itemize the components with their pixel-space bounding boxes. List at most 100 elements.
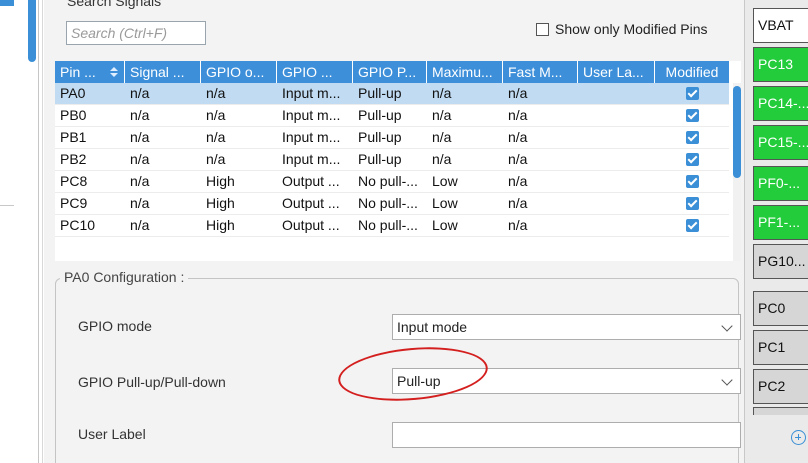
cell-gpio-pull: No pull-...: [358, 217, 418, 233]
cell-fast-mode: n/a: [508, 173, 528, 189]
zoom-in-icon[interactable]: [791, 430, 806, 445]
cell-fast-mode: n/a: [508, 217, 528, 233]
pin-pc1[interactable]: PC1: [753, 330, 808, 365]
user-label-input[interactable]: [392, 422, 741, 448]
cell-modified[interactable]: [655, 105, 729, 126]
pin-pf0[interactable]: PF0-...: [753, 166, 808, 201]
table-row[interactable]: PB2 n/a n/a Input m... Pull-up n/a n/a: [55, 149, 729, 171]
cell-gpio-pull: No pull-...: [358, 173, 418, 189]
cell-fast-mode: n/a: [508, 107, 528, 123]
table-row[interactable]: PA0 n/a n/a Input m... Pull-up n/a n/a: [55, 83, 729, 105]
search-signals-caption: Search Signals: [67, 0, 162, 9]
chevron-down-icon: [721, 374, 733, 386]
pin-pg10[interactable]: PG10...: [753, 244, 808, 279]
show-only-modified-checkbox[interactable]: [536, 22, 549, 36]
cell-signal: n/a: [130, 107, 150, 123]
checkbox-checked-icon[interactable]: [685, 131, 699, 144]
column-header-pin[interactable]: Pin ...: [55, 61, 125, 83]
pane-border: [42, 0, 43, 463]
pin-configuration-title: PA0 Configuration :: [60, 269, 189, 285]
column-header-label: User La...: [583, 64, 644, 80]
left-pane: [0, 0, 40, 463]
column-header-gpio-mode[interactable]: GPIO ...: [277, 61, 353, 83]
cell-gpio-output-level: High: [206, 217, 235, 233]
pin-pf1[interactable]: PF1-...: [753, 205, 808, 240]
cell-gpio-pull: Pull-up: [358, 85, 402, 101]
cell-modified[interactable]: [655, 149, 729, 170]
column-header-gpio-output-level[interactable]: GPIO o...: [201, 61, 277, 83]
column-header-label: GPIO ...: [282, 64, 333, 80]
cell-user-label: [578, 105, 655, 126]
table-row[interactable]: PC9 n/a High Output ... No pull-... Low …: [55, 193, 729, 215]
cell-signal: n/a: [130, 129, 150, 145]
checkbox-checked-icon[interactable]: [685, 87, 699, 100]
column-header-modified[interactable]: Modified: [655, 61, 729, 83]
column-header-label: GPIO o...: [206, 64, 265, 80]
column-header-label: Modified: [665, 64, 719, 80]
search-signals-input[interactable]: [66, 21, 206, 45]
cell-fast-mode: n/a: [508, 85, 528, 101]
cell-gpio-mode: Input m...: [282, 151, 341, 167]
pin-pc2[interactable]: PC2: [753, 369, 808, 404]
table-row[interactable]: PB1 n/a n/a Input m... Pull-up n/a n/a: [55, 127, 729, 149]
table-header: Pin ... Signal ... GPIO o... GPIO ... GP…: [55, 61, 729, 83]
column-header-gpio-pull[interactable]: GPIO P...: [353, 61, 427, 83]
checkbox-checked-icon[interactable]: [685, 175, 699, 188]
cell-modified[interactable]: [655, 215, 729, 236]
chip-pin-list: VBAT PC13 PC14-... PC15-... PF0-... PF1-…: [744, 0, 808, 463]
column-header-maximum-speed[interactable]: Maximu...: [427, 61, 503, 83]
show-only-modified-toggle[interactable]: Show only Modified Pins: [536, 21, 708, 37]
pane-splitter[interactable]: [38, 0, 39, 463]
pin-pc15[interactable]: PC15-...: [753, 125, 808, 160]
cell-signal: n/a: [130, 151, 150, 167]
cell-fast-mode: n/a: [508, 195, 528, 211]
column-header-fast-mode[interactable]: Fast M...: [503, 61, 578, 83]
pin-pc0[interactable]: PC0: [753, 291, 808, 326]
checkbox-checked-icon[interactable]: [685, 197, 699, 210]
cell-modified[interactable]: [655, 83, 729, 104]
column-header-user-label[interactable]: User La...: [578, 61, 655, 83]
pin-pc14[interactable]: PC14-...: [753, 86, 808, 121]
table-vertical-scrollbar[interactable]: [733, 83, 741, 261]
cell-signal: n/a: [130, 173, 150, 189]
chevron-down-icon: [721, 320, 733, 332]
cell-gpio-output-level: n/a: [206, 85, 226, 101]
column-header-label: Fast M...: [508, 64, 563, 80]
cell-maximum-speed: Low: [432, 195, 458, 211]
checkbox-checked-icon[interactable]: [685, 219, 699, 232]
cell-maximum-speed: n/a: [432, 107, 452, 123]
cell-pin: PA0: [60, 85, 86, 101]
cell-gpio-pull: Pull-up: [358, 107, 402, 123]
cell-pin: PC8: [60, 173, 88, 189]
sort-icon: [110, 67, 118, 77]
cell-modified[interactable]: [655, 127, 729, 148]
table-row[interactable]: PB0 n/a n/a Input m... Pull-up n/a n/a: [55, 105, 729, 127]
gpio-panel: Search Signals Show only Modified Pins P…: [44, 0, 744, 463]
pin-vbat[interactable]: VBAT: [753, 8, 808, 43]
gpio-pull-select[interactable]: Pull-up: [392, 368, 741, 394]
checkbox-checked-icon[interactable]: [685, 153, 699, 166]
table-row[interactable]: PC8 n/a High Output ... No pull-... Low …: [55, 171, 729, 193]
cell-user-label: [578, 127, 655, 148]
column-header-signal[interactable]: Signal ...: [125, 61, 201, 83]
cell-pin: PB1: [60, 129, 87, 145]
table-body: PA0 n/a n/a Input m... Pull-up n/a n/a P…: [55, 83, 729, 237]
stm32-pin-configuration-view: Search Signals Show only Modified Pins P…: [0, 0, 808, 463]
table-scrollbar-thumb[interactable]: [733, 86, 741, 178]
cell-signal: n/a: [130, 217, 150, 233]
cell-gpio-mode: Output ...: [282, 195, 340, 211]
left-scrollbar-thumb[interactable]: [28, 0, 36, 62]
checkbox-checked-icon[interactable]: [685, 109, 699, 122]
cell-modified[interactable]: [655, 171, 729, 192]
gpio-mode-select[interactable]: Input mode: [392, 314, 741, 340]
cell-pin: PB0: [60, 107, 87, 123]
table-row[interactable]: PC10 n/a High Output ... No pull-... Low…: [55, 215, 729, 237]
pin-pc13[interactable]: PC13: [753, 47, 808, 82]
cell-gpio-output-level: High: [206, 195, 235, 211]
cell-maximum-speed: n/a: [432, 129, 452, 145]
cell-pin: PC10: [60, 217, 96, 233]
cell-modified[interactable]: [655, 193, 729, 214]
cell-fast-mode: n/a: [508, 151, 528, 167]
pin-partial[interactable]: [753, 407, 808, 415]
cell-gpio-output-level: n/a: [206, 151, 226, 167]
